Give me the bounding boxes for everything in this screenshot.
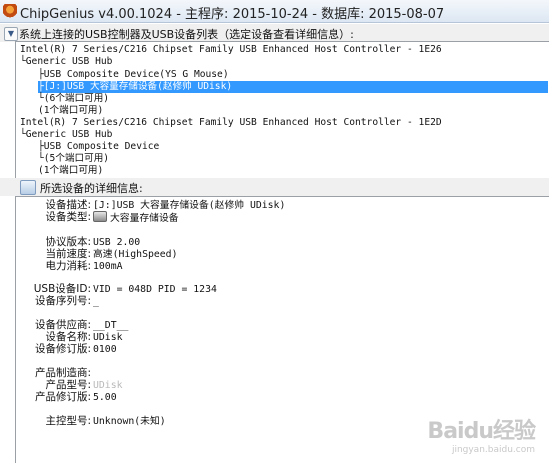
device-detail-header-label: 所选设备的详细信息: (40, 182, 143, 195)
tree-node-ports-available-5[interactable]: └(5个端口可用) (38, 153, 109, 165)
detail-value: 0100 (93, 344, 117, 355)
detail-label: 电力消耗: (45, 260, 91, 272)
tree-node-composite-device[interactable]: ├USB Composite Device (38, 141, 159, 153)
tree-node-hub-1[interactable]: └Generic USB Hub (20, 56, 112, 68)
device-list-header-label: 系统上连接的USB控制器及USB设备列表（选定设备查看详细信息）: (19, 28, 354, 41)
tree-node-usb-storage-selected[interactable]: ├[J:]USB 大容量存储设备(赵修帅 UDisk) (38, 81, 548, 93)
device-info-icon (20, 180, 36, 195)
tree-node-hub-2[interactable]: └Generic USB Hub (20, 129, 112, 141)
disk-drive-icon (93, 211, 107, 222)
tree-node-controller-1e2d[interactable]: Intel(R) 7 Series/C216 Chipset Family US… (20, 117, 442, 129)
detail-value: _ (93, 296, 99, 307)
collapse-chevron-icon[interactable]: ▼ (4, 27, 18, 41)
tree-node-ports-available-1b[interactable]: (1个端口可用) (38, 165, 103, 177)
detail-label: 设备修订版: (34, 343, 91, 355)
detail-label: 主控型号: (45, 415, 91, 427)
device-list-header[interactable]: ▼ 系统上连接的USB控制器及USB设备列表（选定设备查看详细信息）: (0, 24, 549, 42)
device-detail-header: 所选设备的详细信息: (0, 178, 549, 196)
tree-node-ports-available-1a[interactable]: (1个端口可用) (38, 105, 103, 117)
usb-device-tree[interactable]: Intel(R) 7 Series/C216 Chipset Family US… (15, 41, 549, 179)
detail-value-device-type: 大容量存储设备 (93, 211, 179, 225)
detail-value: 5.00 (93, 392, 117, 403)
baidu-watermark: Baidu经验 jingyan.baidu.com (427, 419, 536, 455)
detail-label: 设备序列号: (34, 295, 91, 307)
detail-row-device-revision: 设备修订版: 0100 (16, 343, 546, 356)
detail-row-device-type: 设备类型: 大容量存储设备 (16, 211, 546, 224)
tree-node-composite-mouse[interactable]: ├USB Composite Device(YS G Mouse) (38, 69, 229, 81)
detail-value: 100mA (93, 261, 123, 272)
detail-value: Unknown(未知) (93, 416, 166, 427)
detail-row-power: 电力消耗: 100mA (16, 260, 546, 273)
tree-node-controller-1e26[interactable]: Intel(R) 7 Series/C216 Chipset Family US… (20, 44, 442, 56)
title-bar: ChipGenius v4.00.1024 - 主程序: 2015-10-24 … (0, 0, 549, 23)
detail-row-product-revision: 产品修订版: 5.00 (16, 391, 546, 404)
window-title: ChipGenius v4.00.1024 - 主程序: 2015-10-24 … (20, 7, 445, 22)
detail-label: 设备类型: (45, 211, 91, 223)
detail-row-serial: 设备序列号: _ (16, 295, 546, 308)
detail-label: 产品修订版: (34, 391, 91, 403)
chipgenius-app-icon (3, 4, 17, 18)
tree-node-ports-available-6[interactable]: └(6个端口可用) (38, 93, 109, 105)
